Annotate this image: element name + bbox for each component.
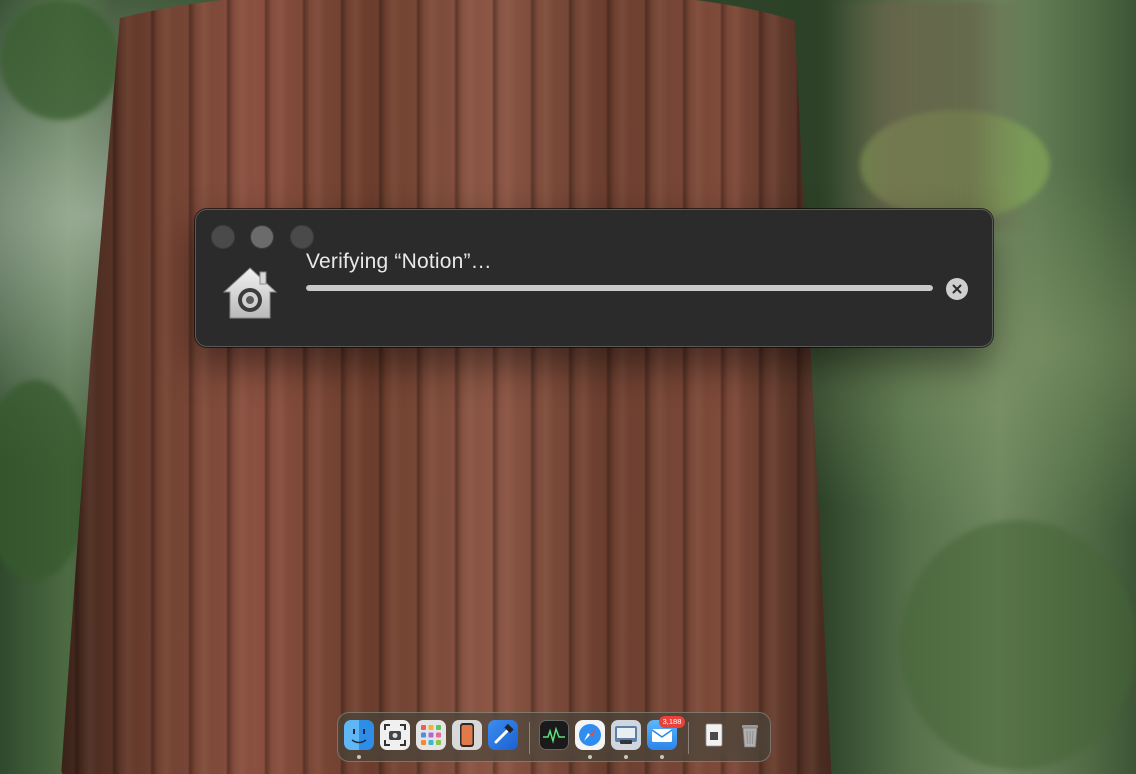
window-minimize-button[interactable] bbox=[250, 225, 274, 249]
mail-running-indicator bbox=[660, 755, 664, 759]
gatekeeper-house-lock-icon bbox=[222, 267, 278, 319]
background-tree-trunk bbox=[830, 0, 1030, 230]
finder-running-indicator bbox=[357, 755, 361, 759]
dock-separator-2 bbox=[688, 722, 689, 754]
progress-fill bbox=[306, 285, 933, 291]
hammer-icon bbox=[494, 723, 514, 744]
phone-icon bbox=[460, 723, 474, 747]
safari-icon[interactable] bbox=[575, 720, 605, 750]
compass-icon bbox=[579, 724, 601, 746]
camera-icon bbox=[384, 724, 406, 746]
photo-viewer-icon bbox=[615, 726, 637, 744]
ios-simulator-icon[interactable] bbox=[452, 720, 482, 750]
foliage-bottom-right bbox=[900, 520, 1136, 770]
stop-x-icon bbox=[952, 284, 962, 294]
dock-separator bbox=[529, 722, 530, 754]
window-zoom-button[interactable] bbox=[290, 225, 314, 249]
redwood-trunk bbox=[60, 0, 833, 774]
downloads-stack-icon[interactable] bbox=[699, 720, 729, 750]
stop-verification-button[interactable] bbox=[946, 278, 968, 300]
mail-icon[interactable]: 3,188 bbox=[647, 716, 685, 750]
dock: 3,188 bbox=[337, 712, 771, 762]
activity-graph-icon bbox=[543, 726, 565, 744]
xcode-instruments-icon[interactable] bbox=[488, 720, 518, 750]
preview-icon[interactable] bbox=[611, 720, 641, 750]
safari-running-indicator bbox=[588, 755, 592, 759]
document-stack-icon bbox=[705, 723, 723, 747]
dialog-title: Verifying “Notion”… bbox=[306, 250, 492, 273]
window-close-button[interactable] bbox=[211, 225, 235, 249]
verifying-dialog: Verifying “Notion”… bbox=[195, 209, 993, 347]
preview-running-indicator bbox=[624, 755, 628, 759]
trash-icon[interactable] bbox=[735, 720, 765, 750]
finder-face-icon bbox=[351, 729, 367, 744]
finder-icon[interactable] bbox=[344, 720, 374, 750]
app-grid-icon bbox=[421, 725, 441, 745]
trash-can-icon bbox=[742, 725, 758, 748]
foliage-left bbox=[0, 380, 90, 580]
launchpad-icon[interactable] bbox=[416, 720, 446, 750]
mail-unread-badge: 3,188 bbox=[659, 716, 685, 728]
verification-progress-bar bbox=[306, 285, 933, 291]
foliage-top-left bbox=[0, 0, 120, 120]
screenshot-icon[interactable] bbox=[380, 720, 410, 750]
activity-monitor-icon[interactable] bbox=[539, 720, 569, 750]
